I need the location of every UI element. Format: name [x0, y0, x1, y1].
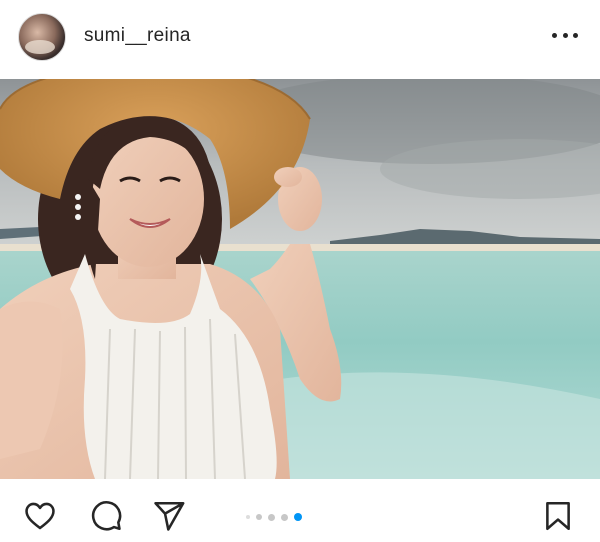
share-icon[interactable] [152, 499, 186, 533]
carousel-dot [246, 515, 250, 519]
heart-icon[interactable] [23, 499, 57, 533]
post-photo[interactable] [0, 79, 600, 479]
post-header: sumi__reina [0, 0, 600, 78]
comment-icon[interactable] [89, 499, 123, 533]
carousel-dot-active [294, 513, 302, 521]
avatar[interactable] [18, 13, 66, 61]
more-options-icon[interactable] [552, 30, 578, 40]
bookmark-icon[interactable] [541, 499, 575, 533]
carousel-dot [256, 514, 262, 520]
carousel-indicator [246, 511, 302, 523]
carousel-dot [281, 513, 288, 521]
username[interactable]: sumi__reina [84, 25, 191, 47]
carousel-dot [268, 513, 275, 521]
